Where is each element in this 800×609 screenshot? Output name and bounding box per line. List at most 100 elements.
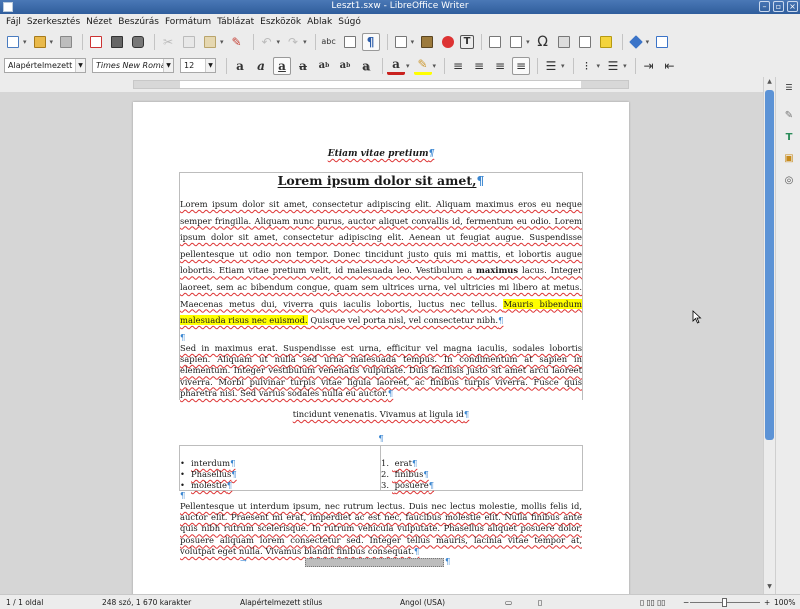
properties-icon[interactable]: ✎ — [782, 109, 796, 123]
list-item[interactable]: • molestie¶ — [180, 480, 237, 491]
scroll-thumb[interactable] — [765, 90, 774, 440]
superscript-icon[interactable]: ab — [315, 57, 333, 75]
list-item[interactable]: • Phasellus¶ — [180, 469, 237, 480]
minimize-button[interactable]: – — [759, 1, 770, 12]
shadow-icon[interactable]: a — [357, 57, 375, 75]
menu-edit[interactable]: Szerkesztés — [24, 17, 83, 27]
page-header[interactable]: Etiam vitae pretium¶ — [180, 149, 582, 159]
view-layout-icon[interactable]: ▯ ▯▯ ▯▯ — [640, 598, 665, 607]
menu-view[interactable]: Nézet — [83, 17, 115, 27]
decrease-indent-icon[interactable]: ⇤ — [661, 57, 679, 75]
page-count[interactable]: 1 / 1 oldal — [6, 598, 43, 607]
highlight-color-icon[interactable]: ✎ — [413, 57, 432, 75]
highlight-dropdown-icon[interactable]: ▾ — [433, 62, 437, 70]
chevron-down-icon[interactable]: ▼ — [205, 59, 215, 72]
page[interactable]: Etiam vitae pretium¶ Lorem ipsum dolor s… — [133, 102, 629, 594]
table-dropdown-icon[interactable]: ▾ — [411, 38, 415, 46]
page-break-icon[interactable] — [486, 33, 504, 51]
empty-paragraph[interactable]: ¶ — [180, 332, 185, 342]
formatting-marks-icon[interactable]: ¶ — [361, 32, 380, 51]
insert-image-icon[interactable] — [418, 33, 436, 51]
shapes-dropdown-icon[interactable]: ▾ — [646, 38, 650, 46]
draw-functions-icon[interactable] — [653, 33, 671, 51]
menu-tools[interactable]: Eszközök — [257, 17, 304, 27]
scroll-down-icon[interactable]: ▼ — [765, 583, 774, 593]
menu-file[interactable]: Fájl — [3, 17, 24, 27]
italic-icon[interactable]: a — [252, 57, 270, 75]
font-color-icon[interactable]: a — [387, 57, 405, 75]
redo-icon[interactable]: ↷ — [284, 33, 302, 51]
bullets-dropdown-icon[interactable]: ▾ — [597, 62, 601, 70]
paste-dropdown-icon[interactable]: ▾ — [220, 38, 224, 46]
selection-mode-icon[interactable]: ▯ — [538, 598, 542, 607]
print-preview-icon[interactable] — [129, 33, 147, 51]
clone-formatting-icon[interactable]: ✎ — [228, 33, 246, 51]
document-area[interactable]: Etiam vitae pretium¶ Lorem ipsum dolor s… — [0, 92, 763, 594]
align-center-icon[interactable]: ≡ — [470, 57, 488, 75]
paragraph-style-combo[interactable]: Alapértelmezett st ▼ — [4, 58, 86, 73]
strikethrough-icon[interactable]: a — [294, 57, 312, 75]
redo-dropdown-icon[interactable]: ▾ — [303, 38, 307, 46]
chevron-down-icon[interactable]: ▼ — [75, 59, 85, 72]
new-dropdown-icon[interactable]: ▾ — [23, 38, 27, 46]
line-spacing-icon[interactable]: ☰ — [542, 57, 560, 75]
paste-icon[interactable] — [201, 33, 219, 51]
paragraph-1[interactable]: Lorem ipsum dolor sit amet, consectetur … — [180, 196, 582, 329]
heading[interactable]: Lorem ipsum dolor sit amet,¶ — [180, 173, 582, 188]
input-field[interactable] — [305, 558, 444, 567]
list-item[interactable]: 1. erat¶ — [381, 458, 434, 469]
copy-icon[interactable] — [180, 33, 198, 51]
save-icon[interactable] — [57, 33, 75, 51]
align-right-icon[interactable]: ≡ — [491, 57, 509, 75]
bold-icon[interactable]: a — [231, 57, 249, 75]
menu-window[interactable]: Ablak — [304, 17, 335, 27]
footnote-icon[interactable] — [576, 33, 594, 51]
insert-chart-icon[interactable] — [439, 33, 457, 51]
list-item[interactable]: 3. posuere¶ — [381, 480, 434, 491]
cut-icon[interactable]: ✂ — [159, 33, 177, 51]
list-table[interactable]: • interdum¶ • Phasellus¶ • molestie¶ 1. era… — [179, 445, 583, 491]
open-icon[interactable] — [31, 33, 49, 51]
empty-paragraph[interactable]: ¶ — [180, 490, 185, 500]
numbering-dropdown-icon[interactable]: ▾ — [623, 62, 627, 70]
align-left-icon[interactable]: ≡ — [449, 57, 467, 75]
scroll-up-icon[interactable]: ▲ — [765, 78, 774, 88]
numbering-icon[interactable]: ☰ — [604, 57, 622, 75]
close-button[interactable]: × — [787, 1, 798, 12]
find-replace-icon[interactable] — [341, 33, 359, 51]
zoom-slider-knob[interactable] — [722, 598, 727, 607]
undo-dropdown-icon[interactable]: ▾ — [277, 38, 281, 46]
zoom-in-icon[interactable]: + — [764, 598, 770, 607]
paragraph-2[interactable]: Sed in maximus erat. Suspendisse est urn… — [180, 343, 582, 399]
special-character-icon[interactable]: Ω — [534, 33, 552, 51]
navigator-icon[interactable]: ◎ — [782, 174, 796, 188]
new-document-icon[interactable] — [4, 33, 22, 51]
maximize-button[interactable]: ▫ — [773, 1, 784, 12]
underline-icon[interactable]: a — [273, 56, 291, 75]
gallery-icon[interactable]: ▣ — [782, 152, 796, 166]
menu-format[interactable]: Formátum — [162, 17, 214, 27]
paragraph-4[interactable]: Pellentesque ut interdum ipsum, nec rutr… — [180, 501, 582, 557]
paragraph-3[interactable]: tincidunt venenatis. Vivamus at ligula i… — [180, 409, 582, 419]
font-color-dropdown-icon[interactable]: ▾ — [406, 62, 410, 70]
vertical-scrollbar[interactable]: ▲ ▼ — [763, 77, 775, 594]
insert-textbox-icon[interactable]: T — [460, 34, 475, 49]
spelling-icon[interactable]: abc — [320, 33, 338, 51]
language[interactable]: Angol (USA) — [400, 598, 445, 607]
styles-icon[interactable]: T — [782, 131, 796, 145]
menu-table[interactable]: Táblázat — [214, 17, 257, 27]
subscript-icon[interactable]: ab — [336, 57, 354, 75]
numbered-list[interactable]: 1. erat¶ 2. finibus¶ 3. posuere¶ — [381, 458, 434, 491]
page-style[interactable]: Alapértelmezett stílus — [240, 598, 322, 607]
increase-indent-icon[interactable]: ⇥ — [640, 57, 658, 75]
zoom-out-icon[interactable]: − — [683, 598, 689, 607]
bullet-list[interactable]: • interdum¶ • Phasellus¶ • molestie¶ — [180, 458, 237, 491]
insert-mode-icon[interactable]: ▭ — [505, 598, 512, 607]
insert-table-icon[interactable] — [392, 33, 410, 51]
bullets-icon[interactable]: ⁝ — [578, 57, 596, 75]
menu-insert[interactable]: Beszúrás — [115, 17, 162, 27]
export-pdf-icon[interactable] — [87, 33, 105, 51]
comment-icon[interactable] — [597, 33, 615, 51]
print-icon[interactable] — [108, 33, 126, 51]
hyperlink-icon[interactable] — [555, 33, 573, 51]
